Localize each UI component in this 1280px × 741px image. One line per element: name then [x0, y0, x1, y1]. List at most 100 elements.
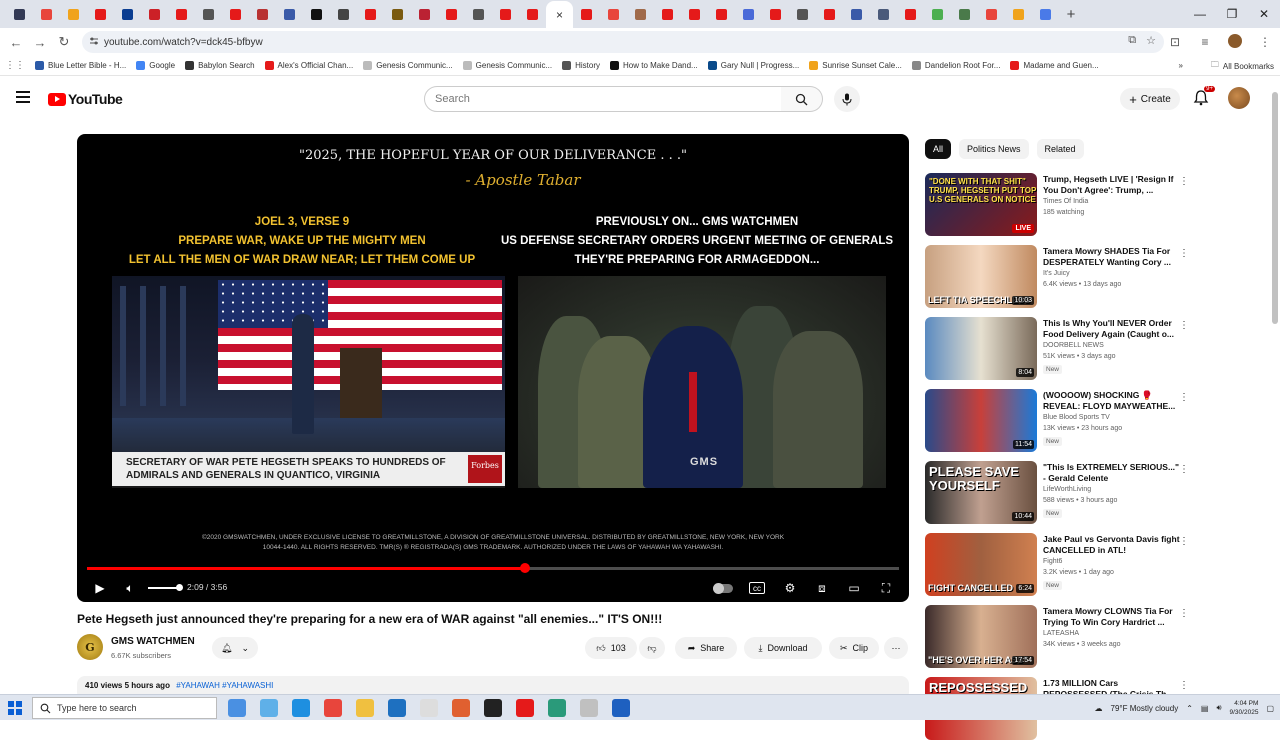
more-vertical-icon[interactable]: ⋮	[1179, 320, 1189, 331]
recommended-channel-name[interactable]: LATEASHA	[1043, 630, 1079, 637]
chip-all[interactable]: All	[925, 139, 952, 159]
recommended-video-title[interactable]: "This Is EXTREMELY SERIOUS..." - Gerald …	[1043, 462, 1181, 484]
taskbar-app-icon[interactable]	[484, 699, 502, 717]
recommended-channel-name[interactable]: Fight6	[1043, 558, 1062, 565]
more-actions-button[interactable]: ⋯	[884, 637, 908, 659]
taskbar-app-icon[interactable]	[260, 699, 278, 717]
recommended-channel-name[interactable]: Blue Blood Sports TV	[1043, 414, 1110, 421]
page-scrollbar[interactable]	[1272, 92, 1278, 324]
browser-tab[interactable]	[222, 1, 249, 27]
browser-tab[interactable]	[168, 1, 195, 27]
bookmark-item[interactable]: Sunrise Sunset Cale...	[804, 56, 907, 76]
bookmark-item[interactable]: Genesis Communic...	[458, 56, 557, 76]
browser-tab[interactable]	[1005, 1, 1032, 27]
recommended-video-title[interactable]: Tamera Mowry CLOWNS Tia For Trying To Wi…	[1043, 606, 1181, 628]
progress-bar[interactable]	[87, 563, 899, 573]
taskbar-app-icon[interactable]	[516, 699, 534, 717]
recommended-video-title[interactable]: Trump, Hegseth LIVE | 'Resign If You Don…	[1043, 174, 1181, 196]
browser-tab[interactable]	[600, 1, 627, 27]
recommended-video[interactable]: "DONE WITH THAT SHIT" TRUMP, HEGSETH PUT…	[925, 173, 1193, 237]
volume-slider[interactable]	[148, 584, 183, 591]
miniplayer-icon[interactable]: ⧈	[813, 579, 831, 597]
taskbar-search-input[interactable]: Type here to search	[32, 697, 217, 719]
chip-related[interactable]: Related	[1036, 139, 1084, 159]
share-button[interactable]: ➦ Share	[675, 637, 737, 659]
taskbar-app-icon[interactable]	[356, 699, 374, 717]
taskbar-app-icon[interactable]	[580, 699, 598, 717]
video-thumbnail[interactable]: 11:54	[925, 389, 1037, 452]
site-info-icon[interactable]	[89, 36, 99, 46]
like-button[interactable]: 👍︎ 103	[585, 637, 637, 659]
recommended-video-title[interactable]: This Is Why You'll NEVER Order Food Deli…	[1043, 318, 1181, 340]
browser-tab[interactable]	[411, 1, 438, 27]
autoplay-toggle[interactable]	[713, 583, 733, 594]
browser-tab[interactable]	[816, 1, 843, 27]
recommended-video[interactable]: 11:54 (WOOOOW) SHOCKING 🥊 REVEAL: FLOYD M…	[925, 389, 1193, 453]
browser-tab[interactable]	[1032, 1, 1059, 27]
volume-icon[interactable]: 🔈︎	[121, 579, 139, 597]
recommended-video-title[interactable]: (WOOOOW) SHOCKING 🥊 REVEAL: FLOYD MAYWEA…	[1043, 390, 1181, 412]
play-icon[interactable]: ▶	[91, 579, 109, 597]
recommended-video-title[interactable]: Jake Paul vs Gervonta Davis fight CANCEL…	[1043, 534, 1181, 556]
browser-tab[interactable]	[195, 1, 222, 27]
browser-tab[interactable]	[627, 1, 654, 27]
browser-tab[interactable]	[465, 1, 492, 27]
bookmark-item[interactable]: How to Make Dand...	[605, 56, 703, 76]
browser-tab[interactable]	[249, 1, 276, 27]
recommended-video[interactable]: 8:04 This Is Why You'll NEVER Order Food …	[925, 317, 1193, 381]
search-button[interactable]	[781, 86, 823, 112]
speaker-icon[interactable]: 🔊︎	[1216, 703, 1221, 713]
video-player[interactable]: "2025, THE HOPEFUL YEAR OF OUR DELIVERAN…	[77, 134, 909, 602]
bookmark-star-icon[interactable]: ☆	[1146, 34, 1156, 47]
fullscreen-icon[interactable]: ⛶	[877, 579, 895, 597]
more-vertical-icon[interactable]: ⋮	[1179, 680, 1189, 691]
network-icon[interactable]: ▤	[1201, 704, 1209, 713]
extensions-icon[interactable]: ⊡	[1160, 35, 1190, 49]
recommended-video-title[interactable]: Tamera Mowry SHADES Tia For DESPERATELY …	[1043, 246, 1181, 268]
new-tab-button[interactable]: +	[1059, 6, 1083, 23]
browser-menu-icon[interactable]: ⋮	[1250, 35, 1280, 49]
more-vertical-icon[interactable]: ⋮	[1179, 176, 1189, 187]
maximize-icon[interactable]: ❐	[1216, 0, 1248, 28]
more-vertical-icon[interactable]: ⋮	[1179, 392, 1189, 403]
browser-tab[interactable]	[573, 1, 600, 27]
taskbar-app-icon[interactable]	[420, 699, 438, 717]
channel-name[interactable]: GMS WATCHMEN	[111, 636, 195, 647]
browser-tab[interactable]	[141, 1, 168, 27]
video-thumbnail[interactable]: FIGHT CANCELLED 6:24	[925, 533, 1037, 596]
bookmark-item[interactable]: Genesis Communic...	[358, 56, 457, 76]
windows-start-icon[interactable]	[8, 701, 22, 715]
notifications-button[interactable]: 9+	[1192, 86, 1215, 109]
notification-center-icon[interactable]: ▢	[1266, 704, 1274, 713]
browser-tab[interactable]	[519, 1, 546, 27]
browser-tab[interactable]	[492, 1, 519, 27]
bookmark-item[interactable]: Madame and Guen...	[1005, 56, 1103, 76]
browser-tab[interactable]	[33, 1, 60, 27]
close-window-icon[interactable]: ✕	[1248, 0, 1280, 28]
browser-tab[interactable]	[897, 1, 924, 27]
dislike-button[interactable]: 👎︎	[639, 637, 665, 659]
browser-tab[interactable]	[789, 1, 816, 27]
menu-icon[interactable]	[16, 91, 30, 103]
taskbar-app-icon[interactable]	[292, 699, 310, 717]
bookmark-item[interactable]: Alex's Official Chan...	[260, 56, 359, 76]
reload-icon[interactable]: ↻	[52, 30, 76, 54]
browser-tab[interactable]	[654, 1, 681, 27]
bookmark-item[interactable]: Gary Null | Progress...	[703, 56, 805, 76]
browser-tab[interactable]	[843, 1, 870, 27]
browser-tab[interactable]	[60, 1, 87, 27]
forward-icon[interactable]: →	[28, 30, 52, 54]
minimize-icon[interactable]: —	[1184, 0, 1216, 28]
video-thumbnail[interactable]: "DONE WITH THAT SHIT" TRUMP, HEGSETH PUT…	[925, 173, 1037, 236]
recommended-channel-name[interactable]: LifeWorthLiving	[1043, 486, 1091, 493]
url-field[interactable]: youtube.com/watch?v=dck45-bfbyw ⧉ ☆	[82, 31, 1164, 53]
recommended-video[interactable]: PLEASE SAVE YOURSELF 10:44 "This Is EXTREM…	[925, 461, 1193, 525]
browser-tab[interactable]	[276, 1, 303, 27]
bookmark-item[interactable]: Google	[131, 56, 180, 76]
browser-tab-active[interactable]: ×	[546, 1, 573, 29]
video-thumbnail[interactable]: 8:04	[925, 317, 1037, 380]
taskbar-app-icon[interactable]	[388, 699, 406, 717]
account-avatar[interactable]	[1228, 87, 1250, 109]
more-vertical-icon[interactable]: ⋮	[1179, 536, 1189, 547]
reading-list-icon[interactable]: ≡	[1190, 35, 1220, 49]
